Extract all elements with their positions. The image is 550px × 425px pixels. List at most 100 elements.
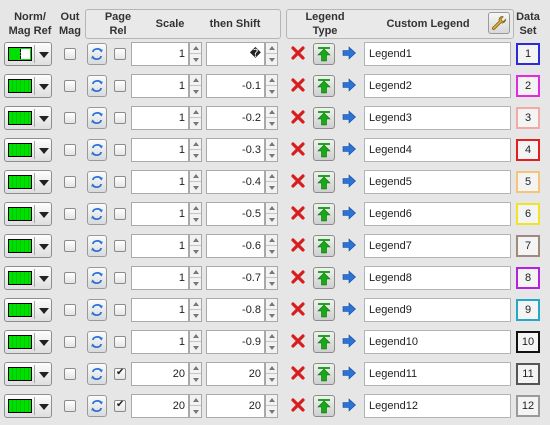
shift-stepper[interactable]: [265, 362, 278, 386]
go-button[interactable]: [341, 365, 357, 381]
data-set-badge[interactable]: 11: [516, 363, 540, 385]
norm-mag-ref-combo[interactable]: [4, 234, 52, 258]
shift-field[interactable]: 20: [206, 362, 265, 386]
legend-type-button[interactable]: [313, 267, 335, 289]
shift-stepper[interactable]: [265, 170, 278, 194]
legend-type-button[interactable]: [313, 43, 335, 65]
shift-field[interactable]: -0.3: [206, 138, 265, 162]
scale-stepper[interactable]: [189, 138, 202, 162]
legend-type-button[interactable]: [313, 363, 335, 385]
go-button[interactable]: [341, 77, 357, 93]
legend-type-button[interactable]: [313, 331, 335, 353]
shift-field[interactable]: -0.8: [206, 298, 265, 322]
custom-legend-field[interactable]: Legend7: [364, 234, 511, 258]
norm-mag-ref-combo[interactable]: [4, 170, 52, 194]
legend-type-button[interactable]: [313, 299, 335, 321]
scale-stepper[interactable]: [189, 42, 202, 66]
scale-field[interactable]: 20: [131, 362, 189, 386]
swap-button[interactable]: [87, 75, 107, 97]
page-rel-checkbox[interactable]: [114, 48, 126, 60]
norm-mag-ref-combo[interactable]: [4, 394, 52, 418]
data-set-badge[interactable]: 9: [516, 299, 540, 321]
data-set-badge[interactable]: 4: [516, 139, 540, 161]
page-rel-checkbox[interactable]: [114, 112, 126, 124]
custom-legend-field[interactable]: Legend9: [364, 298, 511, 322]
scale-stepper[interactable]: [189, 266, 202, 290]
data-set-badge[interactable]: 7: [516, 235, 540, 257]
shift-field[interactable]: 20: [206, 394, 265, 418]
data-set-badge[interactable]: 5: [516, 171, 540, 193]
data-set-badge[interactable]: 12: [516, 395, 540, 417]
custom-legend-field[interactable]: Legend1: [364, 42, 511, 66]
legend-type-button[interactable]: [313, 107, 335, 129]
shift-stepper[interactable]: [265, 138, 278, 162]
swap-button[interactable]: [87, 171, 107, 193]
shift-stepper[interactable]: [265, 106, 278, 130]
scale-field[interactable]: 1: [131, 138, 189, 162]
scale-field[interactable]: 1: [131, 170, 189, 194]
out-mag-checkbox[interactable]: [64, 304, 76, 316]
out-mag-checkbox[interactable]: [64, 48, 76, 60]
swap-button[interactable]: [87, 267, 107, 289]
norm-mag-ref-combo[interactable]: [4, 138, 52, 162]
legend-type-button[interactable]: [313, 139, 335, 161]
data-set-badge[interactable]: 8: [516, 267, 540, 289]
shift-field[interactable]: -0.7: [206, 266, 265, 290]
swap-button[interactable]: [87, 363, 107, 385]
shift-stepper[interactable]: [265, 330, 278, 354]
go-button[interactable]: [341, 269, 357, 285]
norm-mag-ref-combo[interactable]: [4, 42, 52, 66]
norm-mag-ref-combo[interactable]: [4, 106, 52, 130]
delete-button[interactable]: [290, 205, 306, 221]
scale-field[interactable]: 1: [131, 202, 189, 226]
custom-legend-field[interactable]: Legend12: [364, 394, 511, 418]
delete-button[interactable]: [290, 365, 306, 381]
scale-stepper[interactable]: [189, 394, 202, 418]
shift-field[interactable]: -0.4: [206, 170, 265, 194]
shift-stepper[interactable]: [265, 394, 278, 418]
custom-legend-field[interactable]: Legend10: [364, 330, 511, 354]
page-rel-checkbox[interactable]: [114, 272, 126, 284]
delete-button[interactable]: [290, 237, 306, 253]
shift-stepper[interactable]: [265, 266, 278, 290]
go-button[interactable]: [341, 397, 357, 413]
delete-button[interactable]: [290, 397, 306, 413]
shift-field[interactable]: -0.6: [206, 234, 265, 258]
swap-button[interactable]: [87, 139, 107, 161]
shift-field[interactable]: -0.5: [206, 202, 265, 226]
shift-stepper[interactable]: [265, 202, 278, 226]
data-set-badge[interactable]: 10: [516, 331, 540, 353]
go-button[interactable]: [341, 301, 357, 317]
scale-stepper[interactable]: [189, 362, 202, 386]
delete-button[interactable]: [290, 45, 306, 61]
out-mag-checkbox[interactable]: [64, 368, 76, 380]
page-rel-checkbox[interactable]: [114, 176, 126, 188]
page-rel-checkbox[interactable]: [114, 80, 126, 92]
custom-legend-field[interactable]: Legend5: [364, 170, 511, 194]
scale-stepper[interactable]: [189, 298, 202, 322]
shift-stepper[interactable]: [265, 298, 278, 322]
norm-mag-ref-combo[interactable]: [4, 74, 52, 98]
swap-button[interactable]: [87, 331, 107, 353]
legend-type-button[interactable]: [313, 203, 335, 225]
page-rel-checkbox[interactable]: [114, 367, 126, 380]
custom-legend-field[interactable]: Legend6: [364, 202, 511, 226]
scale-field[interactable]: 1: [131, 42, 189, 66]
scale-stepper[interactable]: [189, 106, 202, 130]
swap-button[interactable]: [87, 107, 107, 129]
out-mag-checkbox[interactable]: [64, 144, 76, 156]
swap-button[interactable]: [87, 43, 107, 65]
out-mag-checkbox[interactable]: [64, 176, 76, 188]
swap-button[interactable]: [87, 395, 107, 417]
delete-button[interactable]: [290, 141, 306, 157]
delete-button[interactable]: [290, 269, 306, 285]
scale-field[interactable]: 1: [131, 298, 189, 322]
shift-field[interactable]: -0.9: [206, 330, 265, 354]
norm-mag-ref-combo[interactable]: [4, 298, 52, 322]
scale-stepper[interactable]: [189, 234, 202, 258]
scale-field[interactable]: 1: [131, 330, 189, 354]
scale-stepper[interactable]: [189, 330, 202, 354]
scale-stepper[interactable]: [189, 202, 202, 226]
page-rel-checkbox[interactable]: [114, 208, 126, 220]
page-rel-checkbox[interactable]: [114, 144, 126, 156]
